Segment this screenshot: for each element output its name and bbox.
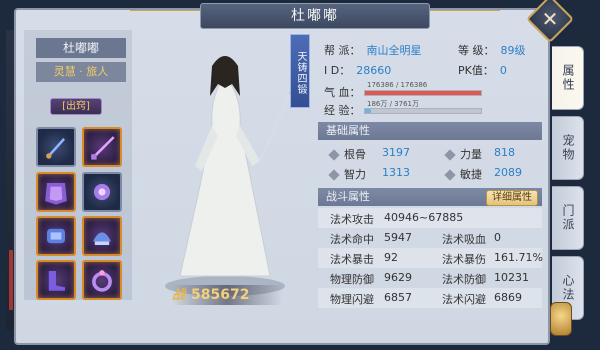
lantern-icon xyxy=(550,302,572,336)
combat-row: 物理防御 9629 法术防御 10231 xyxy=(318,268,542,288)
faction-value[interactable]: 南山全明星 xyxy=(367,44,422,57)
exp-text: 186万 / 3761万 xyxy=(367,100,419,108)
tab-sect[interactable]: 门派 xyxy=(552,186,584,250)
ring-icon xyxy=(92,270,112,292)
combat-row: 物理闪避 6857 法术闪避 6869 xyxy=(318,288,542,308)
helmet-icon xyxy=(93,232,111,245)
combat-value: 92 xyxy=(384,251,398,264)
attr-intelligence: 智力 xyxy=(328,166,366,182)
level-row: 等 级： 89级 xyxy=(458,42,526,58)
combat-value: 9629 xyxy=(384,271,412,284)
forge-rank-badge: 天铸四锻 xyxy=(290,34,310,108)
id-value: 28660 xyxy=(356,64,392,77)
tab-pets[interactable]: 宠物 xyxy=(552,116,584,180)
armor-icon xyxy=(45,183,67,205)
attr-constitution: 根骨 xyxy=(328,146,366,162)
equip-slot-ring[interactable] xyxy=(82,260,122,300)
attr-strength: 力量 xyxy=(444,146,482,162)
equip-slot-armor[interactable] xyxy=(36,172,76,212)
red-tassel-decoration xyxy=(9,250,13,310)
id-row: I D： 28660 xyxy=(324,62,391,78)
equip-slot-bracer[interactable] xyxy=(36,216,76,256)
combat-row: 法术命中 5947 法术吸血 0 xyxy=(318,228,542,248)
title-ornament-left xyxy=(130,10,200,18)
combat-power: 战 585672 xyxy=(172,285,282,305)
combat-label: 法术闪避 xyxy=(442,293,486,306)
equip-slot-boots[interactable] xyxy=(36,260,76,300)
attr-label: 敏捷 xyxy=(460,168,482,181)
attr-label: 智力 xyxy=(344,168,366,181)
faction-row: 帮 派： 南山全明星 xyxy=(324,42,422,58)
combat-value: 161.71% xyxy=(494,251,543,264)
combat-label: 法术攻击 xyxy=(330,213,374,226)
boots-icon xyxy=(48,271,65,291)
status-badge[interactable]: [出窍] xyxy=(50,98,102,115)
hp-text: 176386 / 176386 xyxy=(367,81,428,89)
exp-label: 经 验： xyxy=(324,104,361,117)
orb-amulet-icon xyxy=(93,183,111,201)
combat-value: 5947 xyxy=(384,231,412,244)
character-title[interactable]: 灵慧 · 旅人 xyxy=(36,62,126,82)
hp-bar xyxy=(364,90,482,96)
weapon-blade-icon xyxy=(91,136,115,160)
pk-row: PK值： 0 xyxy=(458,62,507,78)
equip-slot-helmet[interactable] xyxy=(82,216,122,256)
title-ornament-right xyxy=(430,10,500,18)
combat-value: 0 xyxy=(494,231,501,244)
combat-label: 法术暴伤 xyxy=(442,253,486,266)
attr-value: 3197 xyxy=(382,146,410,159)
equip-slot-weapon[interactable] xyxy=(36,127,76,167)
combat-value: 6857 xyxy=(384,291,412,304)
combat-value: 40946~67885 xyxy=(384,211,464,224)
character-model xyxy=(140,36,315,306)
character-name: 杜嘟嘟 xyxy=(36,38,126,58)
level-value: 89级 xyxy=(500,44,526,57)
diamond-icon xyxy=(328,149,340,161)
attr-value: 818 xyxy=(494,146,515,159)
attr-value: 2089 xyxy=(494,166,522,179)
diamond-icon xyxy=(444,169,456,181)
combat-value: 10231 xyxy=(494,271,529,284)
window-title: 杜嘟嘟 xyxy=(200,3,430,29)
attr-label: 根骨 xyxy=(344,148,366,161)
power-prefix-icon: 战 xyxy=(172,288,186,303)
equip-slot-blade[interactable] xyxy=(82,127,122,167)
combat-row: 法术攻击 40946~67885 xyxy=(318,208,542,228)
combat-label: 物理闪避 xyxy=(330,293,374,306)
combat-power-value: 585672 xyxy=(191,287,250,303)
diamond-icon xyxy=(328,169,340,181)
attr-agility: 敏捷 xyxy=(444,166,482,182)
combat-label: 法术暴击 xyxy=(330,253,374,266)
combat-label: 法术防御 xyxy=(442,273,486,286)
weapon-dagger-icon xyxy=(46,138,65,159)
close-x-icon: ✕ xyxy=(541,7,559,31)
faction-label: 帮 派： xyxy=(324,44,361,57)
bracer-icon xyxy=(47,228,65,244)
pk-label: PK值： xyxy=(458,64,494,77)
combat-label: 物理防御 xyxy=(330,273,374,286)
hp-label: 气 血： xyxy=(324,86,361,99)
basic-attributes-header: 基础属性 xyxy=(318,122,542,140)
pk-value: 0 xyxy=(499,64,507,77)
attr-value: 1313 xyxy=(382,166,410,179)
combat-label: 法术命中 xyxy=(330,233,374,246)
detail-attributes-button[interactable]: 详细属性 xyxy=(486,190,538,206)
tab-attributes[interactable]: 属性 xyxy=(552,46,584,110)
level-label: 等 级： xyxy=(458,44,495,57)
diamond-icon xyxy=(444,149,456,161)
combat-row: 法术暴击 92 法术暴伤 161.71% xyxy=(318,248,543,268)
combat-value: 6869 xyxy=(494,291,522,304)
combat-label: 法术吸血 xyxy=(442,233,486,246)
id-label: I D： xyxy=(324,64,351,77)
attr-label: 力量 xyxy=(460,148,482,161)
equip-slot-amulet[interactable] xyxy=(82,172,122,212)
